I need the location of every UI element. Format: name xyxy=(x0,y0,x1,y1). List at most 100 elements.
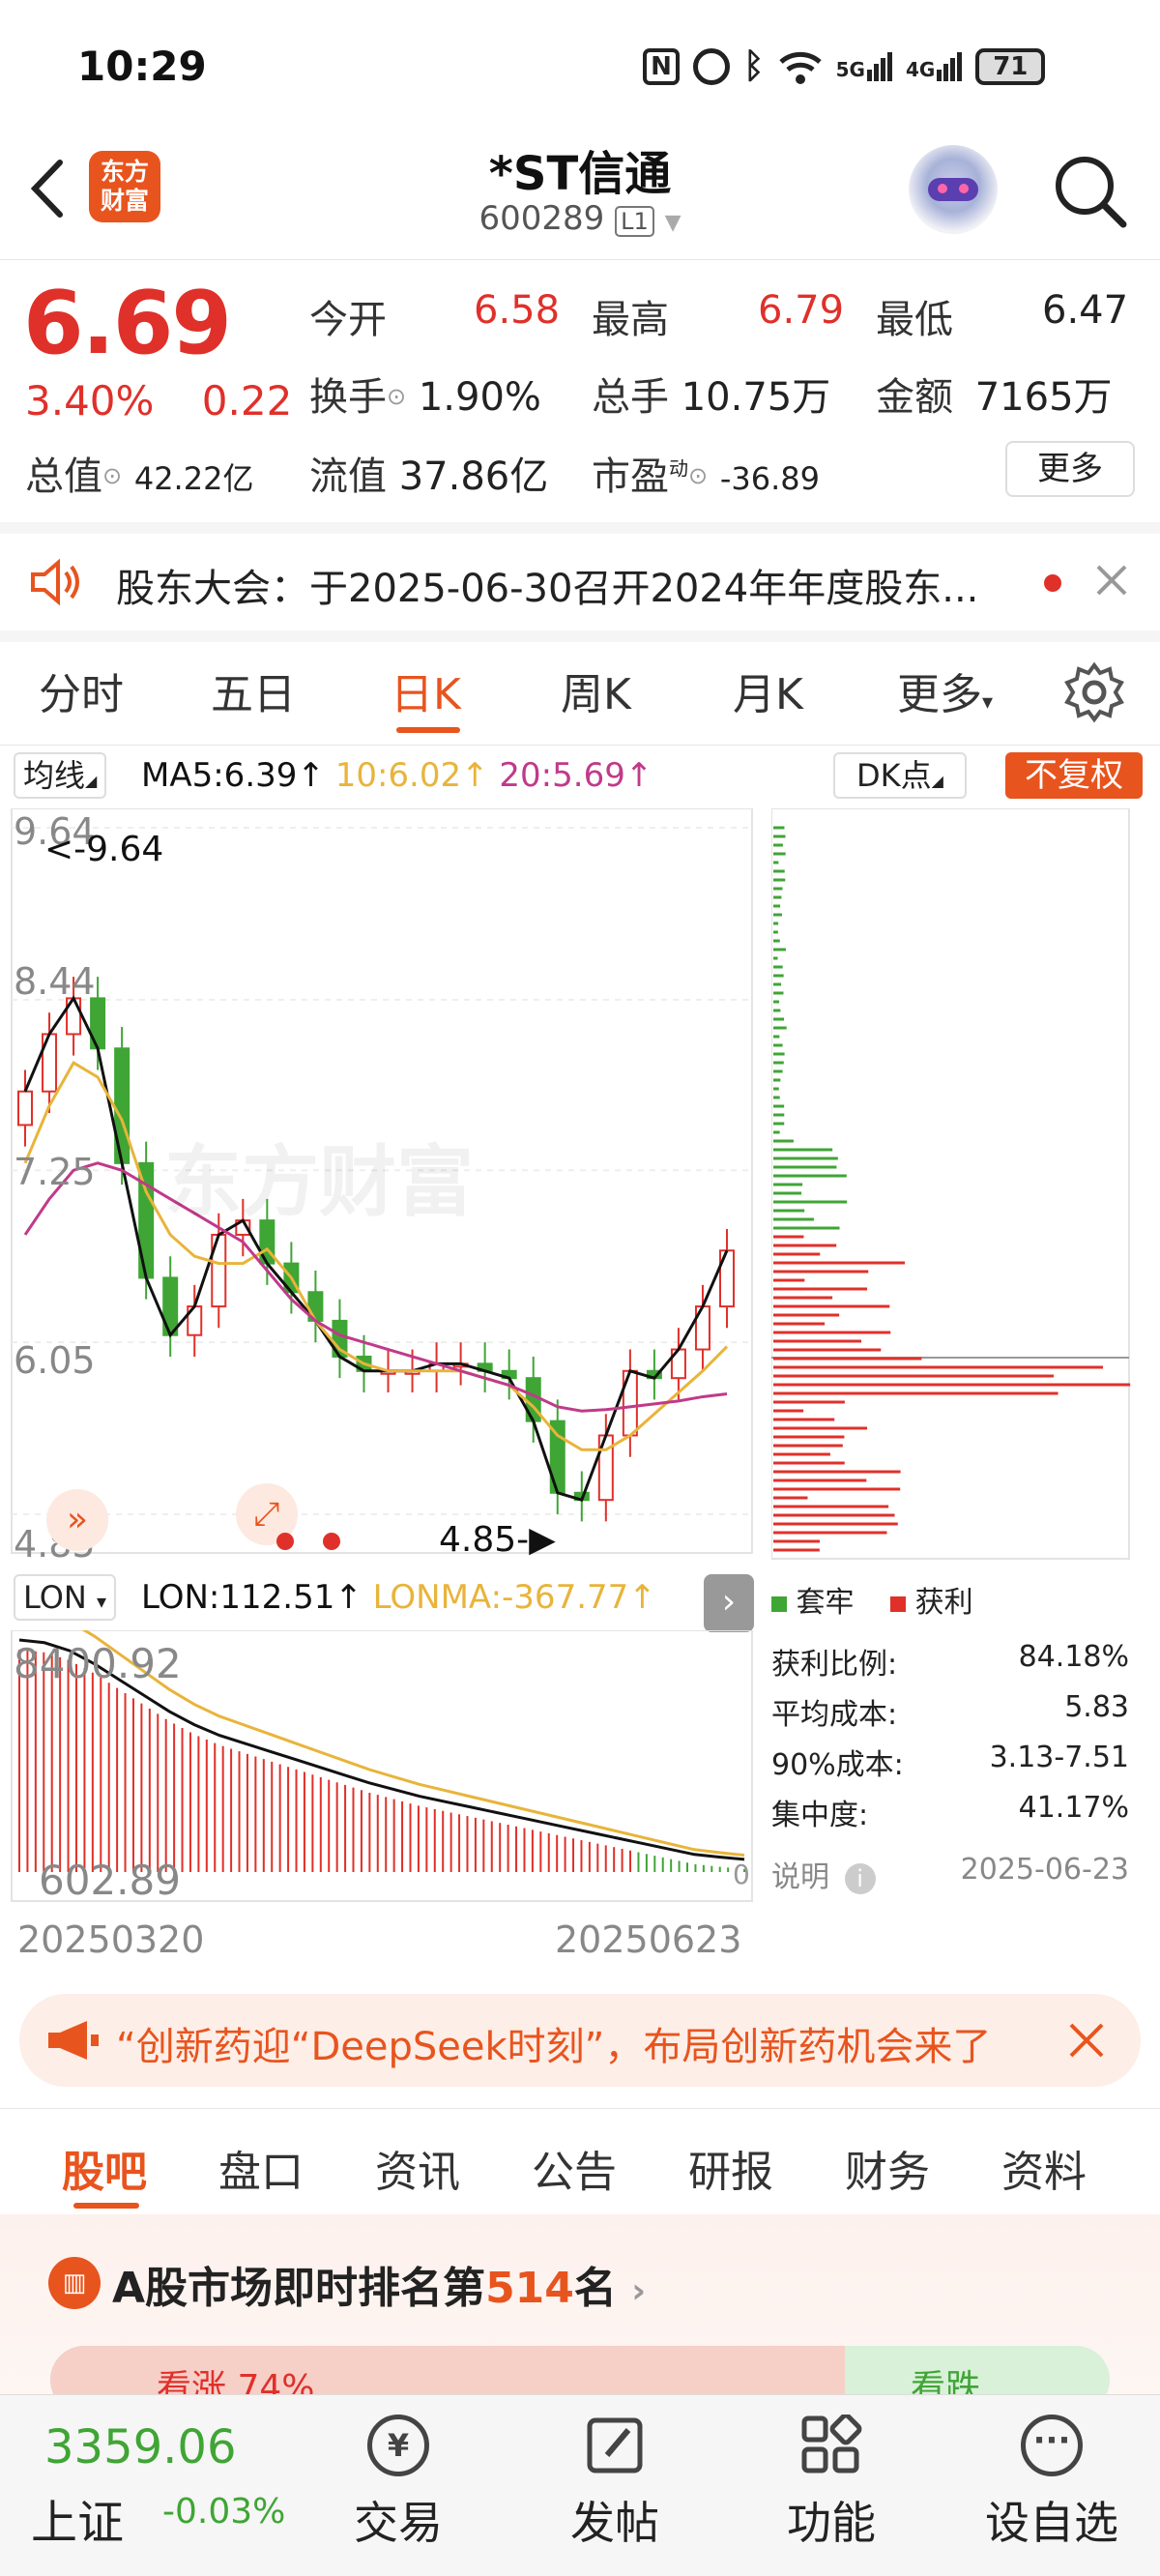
adjust-button[interactable]: 不复权 xyxy=(1005,752,1143,799)
signal-dot xyxy=(323,1533,340,1550)
ma20-label: 20:5.69↑ xyxy=(499,756,652,795)
dk-selector[interactable]: DK点◢ xyxy=(833,752,967,799)
chip-value: 41.17% xyxy=(1019,1791,1129,1825)
wifi-icon xyxy=(778,48,823,85)
trade-button[interactable]: ¥ 交易 xyxy=(340,2415,456,2552)
chip-value: 3.13-7.51 xyxy=(990,1741,1129,1774)
notice-dot xyxy=(1044,574,1061,592)
chip-label: 获利比例: xyxy=(771,1648,897,1682)
banner-text[interactable]: “创新药迎“DeepSeek时刻”，布局创新药机会来了 xyxy=(116,2015,1044,2071)
lon-selector[interactable]: LON ▾ xyxy=(14,1574,116,1621)
tab-intraday[interactable]: 分时 xyxy=(39,659,124,721)
status-time: 10:29 xyxy=(77,43,207,90)
ma10-label: 10:6.02↑ xyxy=(335,756,489,795)
speaker-icon xyxy=(27,557,85,607)
notice-text[interactable]: 股东大会：于2025-06-30召开2024年年度股东... xyxy=(116,557,978,613)
info-icon[interactable]: ⊙ xyxy=(688,462,708,489)
max-price-note: <-9.64 xyxy=(44,830,163,869)
settings-gear-icon[interactable] xyxy=(1063,661,1125,723)
quote-panel: 6.69 3.40% 0.22 今开 6.58 最高 6.79 最低 6.47 … xyxy=(0,261,1160,522)
ma-selector[interactable]: 均线◢ xyxy=(14,752,106,799)
start-date: 20250320 xyxy=(17,1918,204,1961)
index-value[interactable]: 3359.06 xyxy=(44,2420,237,2474)
change-abs: 0.22 xyxy=(202,377,293,424)
turnover-label: 换手 xyxy=(309,375,387,420)
close-icon[interactable] xyxy=(1092,561,1131,600)
lon-bottom-label: 602.89 xyxy=(39,1857,181,1904)
rank-section[interactable]: ▥ A股市场即时排名第514名 › 看涨 74% 看跌 xyxy=(0,2214,1160,2394)
stock-title: *ST信通 xyxy=(387,135,773,203)
volume-value: 10.75万 xyxy=(682,375,831,420)
amount-label: 金额 xyxy=(876,375,953,420)
lonma-value: LONMA:-367.77↑ xyxy=(373,1578,656,1617)
ma-bar: 均线◢ MA5:6.39↑ 10:6.02↑ 20:5.69↑ DK点◢ 不复权 xyxy=(0,750,1160,801)
index-name[interactable]: 上证 xyxy=(31,2484,124,2552)
tab-research[interactable]: 研报 xyxy=(688,2137,773,2199)
tab-orderbook[interactable]: 盘口 xyxy=(218,2137,304,2199)
tab-weekly-k[interactable]: 周K xyxy=(561,659,631,721)
more-button[interactable]: 更多 xyxy=(1005,441,1135,497)
open-value: 6.58 xyxy=(474,288,560,333)
float-label: 流值 xyxy=(309,454,387,499)
legend-profit: 获利 xyxy=(915,1586,973,1620)
chart-tabs: 分时 五日 日K 周K 月K 更多▾ xyxy=(0,642,1160,745)
notice-bar[interactable]: 股东大会：于2025-06-30召开2024年年度股东... xyxy=(0,534,1160,630)
chip-legend: 套牢 获利 xyxy=(771,1578,973,1621)
bottom-nav: 3359.06 上证 -0.03% ¥ 交易 发帖 功能 ··· 设自选 xyxy=(0,2394,1160,2576)
chip-note[interactable]: 说明 xyxy=(771,1860,829,1894)
robot-avatar-icon[interactable] xyxy=(909,145,998,234)
search-icon[interactable] xyxy=(1052,153,1129,230)
tab-daily-k[interactable]: 日K xyxy=(391,659,461,721)
chip-value: 5.83 xyxy=(1064,1690,1129,1724)
signal-5g-icon: 5G xyxy=(836,52,892,81)
tab-news[interactable]: 资讯 xyxy=(375,2137,460,2199)
tab-announcements[interactable]: 公告 xyxy=(532,2137,617,2199)
tab-forum[interactable]: 股吧 xyxy=(62,2137,147,2199)
ma-line-ma5 xyxy=(25,998,727,1500)
promo-banner[interactable]: “创新药迎“DeepSeek时刻”，布局创新药机会来了 xyxy=(19,1994,1141,2087)
help-icon[interactable]: i xyxy=(845,1863,876,1894)
status-bar: 10:29 N ᛒ 5G 4G 71 xyxy=(0,0,1160,135)
amount-value: 7165万 xyxy=(975,375,1113,420)
min-price-note: 4.85-▶ xyxy=(439,1520,556,1560)
rank-suffix: 名 xyxy=(574,2264,617,2313)
tab-financials[interactable]: 财务 xyxy=(845,2137,930,2199)
dropdown-icon[interactable]: ▼ xyxy=(665,211,682,235)
ma5-label: MA5:6.39↑ xyxy=(141,756,325,795)
bluetooth-icon: ᛒ xyxy=(743,46,765,86)
header: 东方 财富 *ST信通 600289 L1 ▼ xyxy=(0,135,1160,261)
lon-bar: LON ▾ LON:112.51↑ LONMA:-367.77↑ › xyxy=(0,1574,764,1625)
change-pct: 3.40% xyxy=(25,377,154,424)
function-tabs: 股吧 盘口 资讯 公告 研报 财务 资料 xyxy=(0,2108,1160,2214)
back-icon[interactable] xyxy=(23,155,72,222)
chip-distribution-chart xyxy=(771,808,1131,1563)
lon-top-label: 8400.92 xyxy=(14,1640,182,1687)
index-change: -0.03% xyxy=(162,2492,285,2532)
post-button[interactable]: 发帖 xyxy=(557,2415,673,2552)
turnover-value: 1.90% xyxy=(419,375,541,420)
megaphone-icon xyxy=(44,2017,101,2064)
battery-icon: 71 xyxy=(975,48,1045,85)
info-icon[interactable]: ⊙ xyxy=(387,383,406,410)
function-button[interactable]: 功能 xyxy=(773,2415,889,2552)
active-tab-indicator xyxy=(73,2203,139,2209)
edit-icon xyxy=(584,2415,646,2476)
chevron-right-icon[interactable]: › xyxy=(631,2271,646,2311)
level-badge[interactable]: L1 xyxy=(615,206,654,237)
volume-label: 总手 xyxy=(592,375,669,420)
chip-value: 84.18% xyxy=(1019,1640,1129,1674)
tab-monthly-k[interactable]: 月K xyxy=(733,659,803,721)
info-icon[interactable]: ⊙ xyxy=(102,462,122,489)
tab-five-day[interactable]: 五日 xyxy=(211,659,296,721)
tab-more[interactable]: 更多▾ xyxy=(897,659,993,721)
low-value: 6.47 xyxy=(1042,288,1128,333)
chip-date: 2025-06-23 xyxy=(961,1853,1129,1887)
alarm-icon xyxy=(693,48,730,85)
add-watchlist-button[interactable]: ··· 设自选 xyxy=(974,2415,1129,2552)
low-label: 最低 xyxy=(876,298,953,342)
tab-profile[interactable]: 资料 xyxy=(1001,2137,1087,2199)
expand-icon[interactable]: » xyxy=(46,1489,108,1551)
indicator-next-button[interactable]: › xyxy=(704,1574,754,1632)
close-icon[interactable] xyxy=(1065,2019,1108,2062)
chip-label: 平均成本: xyxy=(771,1698,897,1732)
